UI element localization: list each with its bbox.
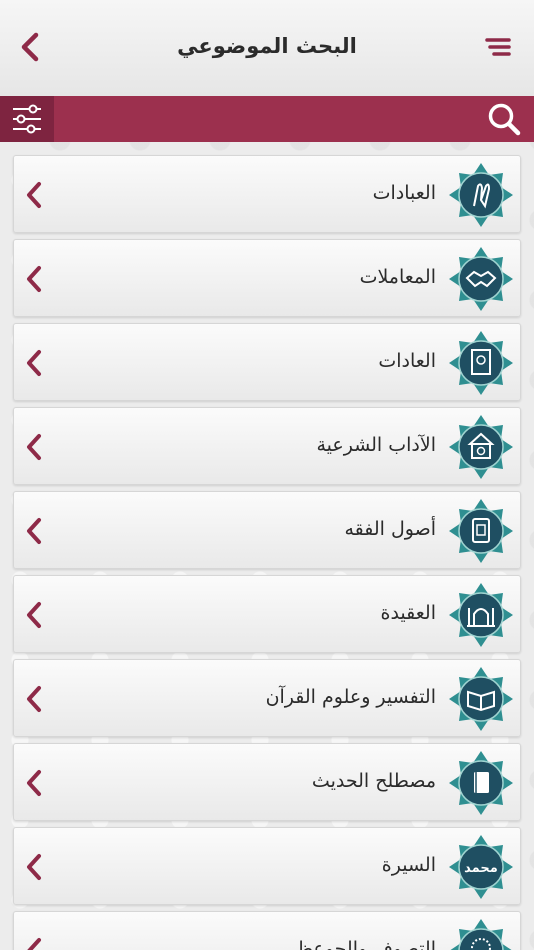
category-item-ibadat[interactable]: العبادات xyxy=(13,155,521,233)
category-label: السيرة xyxy=(381,854,436,876)
mosque-dome-icon xyxy=(449,415,513,479)
filter-button[interactable] xyxy=(0,96,54,142)
top-bar: البحث الموضوعي xyxy=(0,0,534,96)
handshake-icon xyxy=(449,247,513,311)
search-bar xyxy=(0,96,534,142)
category-list: العبادات المعاملات العادات الآداب الشرعي… xyxy=(13,155,521,950)
quran-book-icon xyxy=(449,499,513,563)
chevron-left-icon xyxy=(20,850,48,884)
category-item-mustalah[interactable]: مصطلح الحديث xyxy=(13,743,521,821)
chevron-left-icon xyxy=(20,766,48,800)
menu-button[interactable] xyxy=(484,36,512,58)
category-label: مصطلح الحديث xyxy=(311,770,436,792)
praying-hands-icon xyxy=(449,163,513,227)
category-label: العادات xyxy=(378,350,436,372)
open-quran-icon xyxy=(449,667,513,731)
category-item-muamalat[interactable]: المعاملات xyxy=(13,239,521,317)
category-label: التصوف والحوعظ xyxy=(295,938,436,950)
category-label: أصول الفقه xyxy=(344,518,436,540)
category-item-adat[interactable]: العادات xyxy=(13,323,521,401)
category-item-tafsir[interactable]: التفسير وعلوم القرآن xyxy=(13,659,521,737)
category-item-tasawwuf[interactable]: التصوف والحوعظ xyxy=(13,911,521,950)
category-label: المعاملات xyxy=(359,266,436,288)
book-icon xyxy=(449,331,513,395)
category-label: العبادات xyxy=(372,182,436,204)
chevron-left-icon xyxy=(20,682,48,716)
hamburger-menu-icon xyxy=(485,38,511,56)
mosque-icon xyxy=(449,583,513,647)
sliders-icon xyxy=(13,104,41,134)
prayer-beads-icon xyxy=(450,919,512,950)
muhammad-text: محمد xyxy=(464,861,498,876)
chevron-left-icon xyxy=(20,346,48,380)
chevron-left-icon xyxy=(20,598,48,632)
hadith-book-icon xyxy=(449,751,513,815)
muhammad-calligraphy-icon: محمد xyxy=(449,835,513,899)
page-title: البحث الموضوعي xyxy=(177,34,357,58)
chevron-left-icon xyxy=(20,262,48,296)
category-item-sira[interactable]: السيرة محمد xyxy=(13,827,521,905)
category-item-usul-fiqh[interactable]: أصول الفقه xyxy=(13,491,521,569)
category-item-aqida[interactable]: العقيدة xyxy=(13,575,521,653)
search-button[interactable] xyxy=(486,101,522,137)
category-label: التفسير وعلوم القرآن xyxy=(265,686,436,708)
search-icon xyxy=(488,103,521,136)
category-label: العقيدة xyxy=(380,602,436,624)
chevron-left-icon xyxy=(20,178,48,212)
chevron-left-icon xyxy=(20,934,48,950)
category-label: الآداب الشرعية xyxy=(316,434,436,456)
category-item-adab[interactable]: الآداب الشرعية xyxy=(13,407,521,485)
chevron-left-icon xyxy=(20,514,48,548)
chevron-left-icon xyxy=(20,430,48,464)
